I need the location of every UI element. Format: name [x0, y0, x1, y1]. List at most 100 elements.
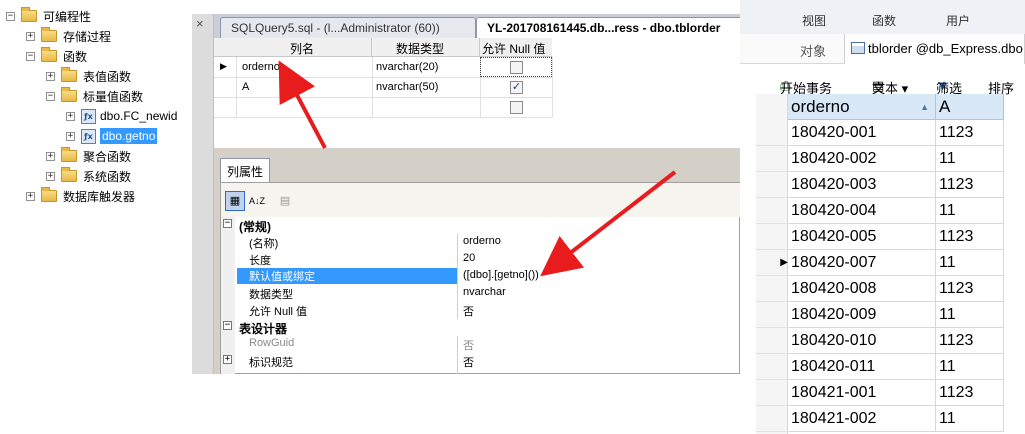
row-selector[interactable] [756, 276, 788, 302]
categorized-button[interactable]: ▦ [225, 191, 245, 211]
row-selector[interactable] [756, 172, 788, 198]
header-column-name[interactable]: 列名 [236, 38, 372, 57]
header-data-type[interactable]: 数据类型 [372, 38, 480, 57]
tab-tblorder-design[interactable]: YL-201708161445.db...ress - dbo.tblorder [476, 17, 740, 38]
header-allow-null[interactable]: 允许 Null 值 [480, 38, 552, 57]
expand-icon[interactable]: + [26, 191, 35, 201]
row-selector[interactable] [756, 224, 788, 250]
property-row[interactable]: 长度 20 [221, 251, 740, 268]
cell-a[interactable]: 1123 [936, 328, 1004, 354]
property-row[interactable]: (名称) orderno [221, 234, 740, 251]
tree-node[interactable]: + 系统函数 [46, 166, 131, 186]
tree-node[interactable]: + 存储过程 [26, 26, 111, 46]
cell-orderno[interactable]: 180420-001 [788, 120, 936, 146]
cell-orderno[interactable]: 180420-002 [788, 146, 936, 172]
tab-sqlquery5[interactable]: SQLQuery5.sql - (l...Administrator (60)) [220, 17, 476, 38]
cell-orderno[interactable]: 180420-005 [788, 224, 936, 250]
menu-function[interactable]: 函数 [872, 12, 896, 29]
expand-icon[interactable]: + [223, 355, 232, 364]
tree-node[interactable]: − 可编程性 [6, 6, 91, 26]
tree-node[interactable]: − 函数 [26, 46, 87, 66]
menu-user[interactable]: 用户 [946, 12, 970, 29]
grid-row-name[interactable]: orderno [242, 61, 280, 73]
property-value[interactable]: 否 [463, 303, 474, 319]
cell-a[interactable]: 11 [936, 146, 1004, 172]
property-value[interactable]: 20 [463, 252, 475, 264]
property-value[interactable]: ([dbo].[getno]()) [463, 269, 539, 281]
menu-view[interactable]: 视图 [802, 12, 826, 29]
cell-orderno[interactable]: 180420-011 [788, 354, 936, 380]
property-category[interactable]: − 表设计器 [221, 319, 740, 336]
cell-a[interactable]: 1123 [936, 380, 1004, 406]
cell-orderno[interactable]: 180420-007 [788, 250, 936, 276]
collapse-icon[interactable]: − [46, 91, 55, 101]
property-row[interactable]: 数据类型 nvarchar [221, 285, 740, 302]
tree-node[interactable]: − 标量值函数 [46, 86, 143, 106]
row-selector[interactable] [756, 302, 788, 328]
expand-icon[interactable]: + [46, 71, 55, 81]
tab-tblorder[interactable]: tblorder @db_Express.dbo [844, 34, 1025, 64]
expand-icon[interactable]: + [46, 171, 55, 181]
cell-a[interactable]: 1123 [936, 224, 1004, 250]
row-selector[interactable] [756, 146, 788, 172]
property-row[interactable]: 不用于复制 否 [221, 370, 740, 374]
collapse-icon[interactable]: − [26, 51, 35, 61]
allow-null-checkbox[interactable] [510, 101, 523, 114]
row-selector[interactable] [756, 328, 788, 354]
cell-a[interactable]: 11 [936, 198, 1004, 224]
row-selector[interactable]: ▶ [756, 250, 788, 276]
property-category[interactable]: − (常规) [221, 217, 740, 234]
allow-null-checkbox[interactable]: ✓ [510, 81, 523, 94]
collapse-icon[interactable]: − [223, 219, 232, 228]
cell-a[interactable]: 11 [936, 406, 1004, 432]
tree-node[interactable]: + ƒx dbo.FC_newid [66, 106, 177, 126]
tab-objects[interactable]: 对象 [794, 34, 832, 64]
grid-row-type[interactable]: nvarchar(50) [376, 81, 438, 93]
expand-icon[interactable]: + [26, 31, 35, 41]
expand-icon[interactable]: + [66, 111, 75, 121]
property-value[interactable]: 否 [463, 337, 474, 353]
expand-icon[interactable]: + [66, 131, 75, 141]
column-header-a[interactable]: A [936, 94, 1004, 120]
cell-orderno[interactable]: 180421-002 [788, 406, 936, 432]
property-value[interactable]: 否 [463, 371, 474, 374]
cell-a[interactable]: 11 [936, 302, 1004, 328]
property-row[interactable]: + 标识规范 否 [221, 353, 740, 370]
row-selector[interactable] [756, 380, 788, 406]
row-selector[interactable] [756, 120, 788, 146]
property-row[interactable]: 默认值或绑定 ([dbo].[getno]()) [221, 268, 740, 285]
property-row[interactable]: RowGuid 否 [221, 336, 740, 353]
close-icon[interactable]: × [196, 16, 204, 31]
property-value[interactable]: orderno [463, 235, 501, 247]
cell-orderno[interactable]: 180420-003 [788, 172, 936, 198]
tree-node[interactable]: + 表值函数 [46, 66, 131, 86]
cell-orderno[interactable]: 180420-010 [788, 328, 936, 354]
cell-orderno[interactable]: 180421-001 [788, 380, 936, 406]
cell-a[interactable]: 11 [936, 354, 1004, 380]
collapse-icon[interactable]: − [223, 321, 232, 330]
cell-a[interactable]: 1123 [936, 172, 1004, 198]
property-row[interactable]: 允许 Null 值 否 [221, 302, 740, 319]
property-value[interactable]: nvarchar [463, 286, 506, 298]
cell-orderno[interactable]: 180420-004 [788, 198, 936, 224]
collapse-icon[interactable]: − [6, 11, 15, 21]
tree-node[interactable]: + ƒx dbo.getno [66, 126, 158, 146]
row-selector[interactable] [756, 354, 788, 380]
allow-null-checkbox[interactable] [510, 61, 523, 74]
expand-icon[interactable]: + [46, 151, 55, 161]
splitter-bar[interactable] [192, 14, 214, 374]
property-pages-button[interactable]: ▤ [275, 191, 295, 211]
cell-a[interactable]: 1123 [936, 276, 1004, 302]
cell-orderno[interactable]: 180420-009 [788, 302, 936, 328]
tab-column-properties[interactable]: 列属性 [220, 158, 270, 182]
row-selector[interactable] [756, 406, 788, 432]
cell-a[interactable]: 1123 [936, 120, 1004, 146]
tree-node[interactable]: + 聚合函数 [46, 146, 131, 166]
column-header-orderno[interactable]: orderno ▲ [788, 94, 936, 120]
property-value[interactable]: 否 [463, 354, 474, 370]
cell-a[interactable]: 11 [936, 250, 1004, 276]
grid-row-name[interactable]: A [242, 81, 249, 93]
grid-row-type[interactable]: nvarchar(20) [376, 61, 438, 73]
pane-splitter[interactable] [214, 148, 740, 154]
row-selector[interactable] [756, 198, 788, 224]
